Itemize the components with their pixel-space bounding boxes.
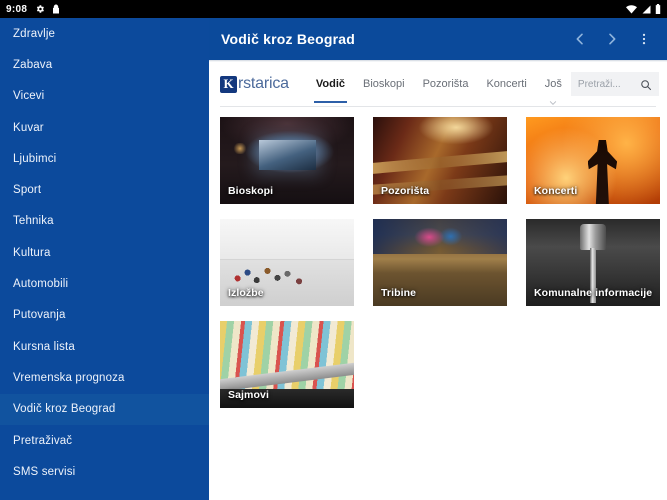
logo-text: rstarica: [238, 75, 289, 92]
sidebar-item-label: Pretraživač: [13, 434, 73, 447]
navigation-drawer[interactable]: Zdravlje Zabava Vicevi Kuvar Ljubimci Sp…: [0, 18, 209, 500]
card-label: Sajmovi: [228, 389, 269, 401]
sidebar-item-zabava[interactable]: Zabava: [0, 49, 209, 80]
card-komunalne-informacije[interactable]: Komunalne informacije: [526, 219, 660, 306]
card-tribine[interactable]: Tribine: [373, 219, 507, 306]
sidebar-item-label: Zabava: [13, 58, 53, 71]
search-placeholder: Pretraži...: [577, 78, 621, 90]
tab-vodic[interactable]: Vodič: [307, 62, 354, 106]
sidebar-item-sport[interactable]: Sport: [0, 174, 209, 205]
sidebar-item-zdravlje[interactable]: Zdravlje: [0, 18, 209, 49]
status-bar: 9:08: [0, 0, 667, 18]
status-bar-clock: 9:08: [6, 3, 28, 15]
sidebar-item-sms-servisi[interactable]: SMS servisi: [0, 456, 209, 487]
sidebar-item-label: Vicevi: [13, 90, 45, 103]
back-icon[interactable]: [565, 24, 595, 54]
card-pozorista[interactable]: Pozorišta: [373, 117, 507, 204]
status-bar-notification-icons: [35, 4, 60, 14]
app-bar: Vodič kroz Beograd: [209, 18, 667, 60]
card-bioskopi[interactable]: Bioskopi: [220, 117, 354, 204]
status-bar-system-icons: [626, 4, 661, 14]
sidebar-item-label: Kuvar: [13, 121, 44, 134]
sidebar-item-label: Vodič kroz Beograd: [13, 403, 116, 416]
sidebar-item-label: Putovanja: [13, 309, 66, 322]
card-label: Tribine: [381, 287, 417, 299]
app-root: 9:08 Zdravlje Zabava Vicevi Kuvar Ljubim…: [0, 0, 667, 500]
tab-jos[interactable]: Još: [536, 62, 571, 106]
card-label: Komunalne informacije: [534, 287, 653, 299]
sidebar-item-label: Kultura: [13, 246, 51, 259]
sidebar-item-kuvar[interactable]: Kuvar: [0, 112, 209, 143]
card-label: Pozorišta: [381, 185, 430, 197]
lock-icon: [52, 4, 60, 14]
search-input[interactable]: Pretraži...: [570, 72, 659, 96]
site-tabs: Vodič Bioskopi Pozorišta Koncerti Još: [307, 62, 571, 106]
sidebar-item-ljubimci[interactable]: Ljubimci: [0, 143, 209, 174]
sidebar-item-label: Automobili: [13, 278, 69, 291]
card-sajmovi[interactable]: Sajmovi: [220, 321, 354, 408]
sidebar-item-label: SMS servisi: [13, 465, 76, 478]
category-grid: Bioskopi Pozorišta Koncerti Izložbe Trib…: [209, 107, 667, 408]
tab-bioskopi[interactable]: Bioskopi: [354, 62, 414, 106]
tab-koncerti[interactable]: Koncerti: [477, 62, 535, 106]
sidebar-item-label: Sport: [13, 184, 42, 197]
krstarica-logo[interactable]: K rstarica: [220, 75, 289, 93]
card-label: Bioskopi: [228, 185, 274, 197]
sidebar-item-automobili[interactable]: Automobili: [0, 268, 209, 299]
sidebar-item-vicevi[interactable]: Vicevi: [0, 81, 209, 112]
sidebar-item-label: Ljubimci: [13, 152, 57, 165]
gear-icon: [35, 4, 45, 14]
tab-pozorista[interactable]: Pozorišta: [414, 62, 478, 106]
sidebar-item-vremenska-prognoza[interactable]: Vremenska prognoza: [0, 362, 209, 393]
tab-label: Još: [544, 78, 562, 90]
wifi-icon: [626, 4, 637, 14]
card-koncerti[interactable]: Koncerti: [526, 117, 660, 204]
sidebar-item-vodic-kroz-beograd[interactable]: Vodič kroz Beograd: [0, 393, 209, 425]
card-label: Koncerti: [534, 185, 578, 197]
sidebar-item-putovanja[interactable]: Putovanja: [0, 300, 209, 331]
signal-icon: [641, 5, 651, 14]
sidebar-item-label: Zdravlje: [13, 27, 56, 40]
page-title: Vodič kroz Beograd: [221, 31, 356, 47]
logo-badge: K: [220, 75, 237, 93]
forward-icon[interactable]: [597, 24, 627, 54]
overflow-menu-icon[interactable]: [629, 24, 659, 54]
card-label: Izložbe: [228, 287, 264, 299]
card-izlozbe[interactable]: Izložbe: [220, 219, 354, 306]
sidebar-item-label: Vremenska prognoza: [13, 371, 125, 384]
battery-icon: [655, 4, 661, 14]
content-area: Vodič kroz Beograd K rstarica Vodič Bios…: [209, 18, 667, 500]
tab-label: Vodič: [315, 78, 345, 90]
sidebar-item-kultura[interactable]: Kultura: [0, 237, 209, 268]
sidebar-item-pretrazivac[interactable]: Pretraživač: [0, 425, 209, 456]
sidebar-item-label: Kursna lista: [13, 340, 75, 353]
tab-label: Pozorišta: [422, 78, 469, 90]
app-bar-actions: [565, 24, 659, 54]
sidebar-item-tehnika[interactable]: Tehnika: [0, 206, 209, 237]
site-header: K rstarica Vodič Bioskopi Pozorišta Konc…: [209, 62, 667, 106]
sidebar-item-label: Tehnika: [13, 215, 54, 228]
chevron-down-icon: [550, 96, 557, 105]
tab-label: Bioskopi: [363, 78, 405, 90]
tab-label: Koncerti: [486, 78, 527, 90]
sidebar-item-kursna-lista[interactable]: Kursna lista: [0, 331, 209, 362]
search-icon[interactable]: [640, 78, 652, 91]
